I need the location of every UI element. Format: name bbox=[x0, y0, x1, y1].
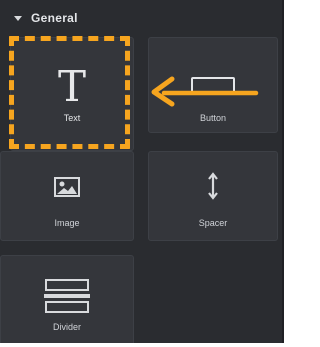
image-icon bbox=[1, 176, 133, 198]
widget-label: Button bbox=[199, 113, 227, 123]
highlight-box bbox=[9, 36, 130, 149]
section-title: General bbox=[31, 11, 78, 25]
spacer-icon bbox=[149, 172, 277, 200]
widget-label: Spacer bbox=[198, 218, 228, 228]
widget-divider[interactable]: Divider bbox=[0, 255, 134, 343]
widget-panel: General T Text Button Image Spacer Divid… bbox=[0, 0, 284, 343]
section-header-general[interactable]: General bbox=[14, 8, 78, 28]
widget-spacer[interactable]: Spacer bbox=[148, 151, 278, 241]
caret-down-icon[interactable] bbox=[14, 16, 22, 21]
divider-icon bbox=[1, 278, 133, 314]
pointer-arrow-icon bbox=[151, 76, 259, 107]
widget-label: Image bbox=[54, 218, 80, 228]
panel-border bbox=[282, 0, 284, 343]
widget-label: Divider bbox=[52, 322, 81, 332]
widget-image[interactable]: Image bbox=[0, 151, 134, 241]
